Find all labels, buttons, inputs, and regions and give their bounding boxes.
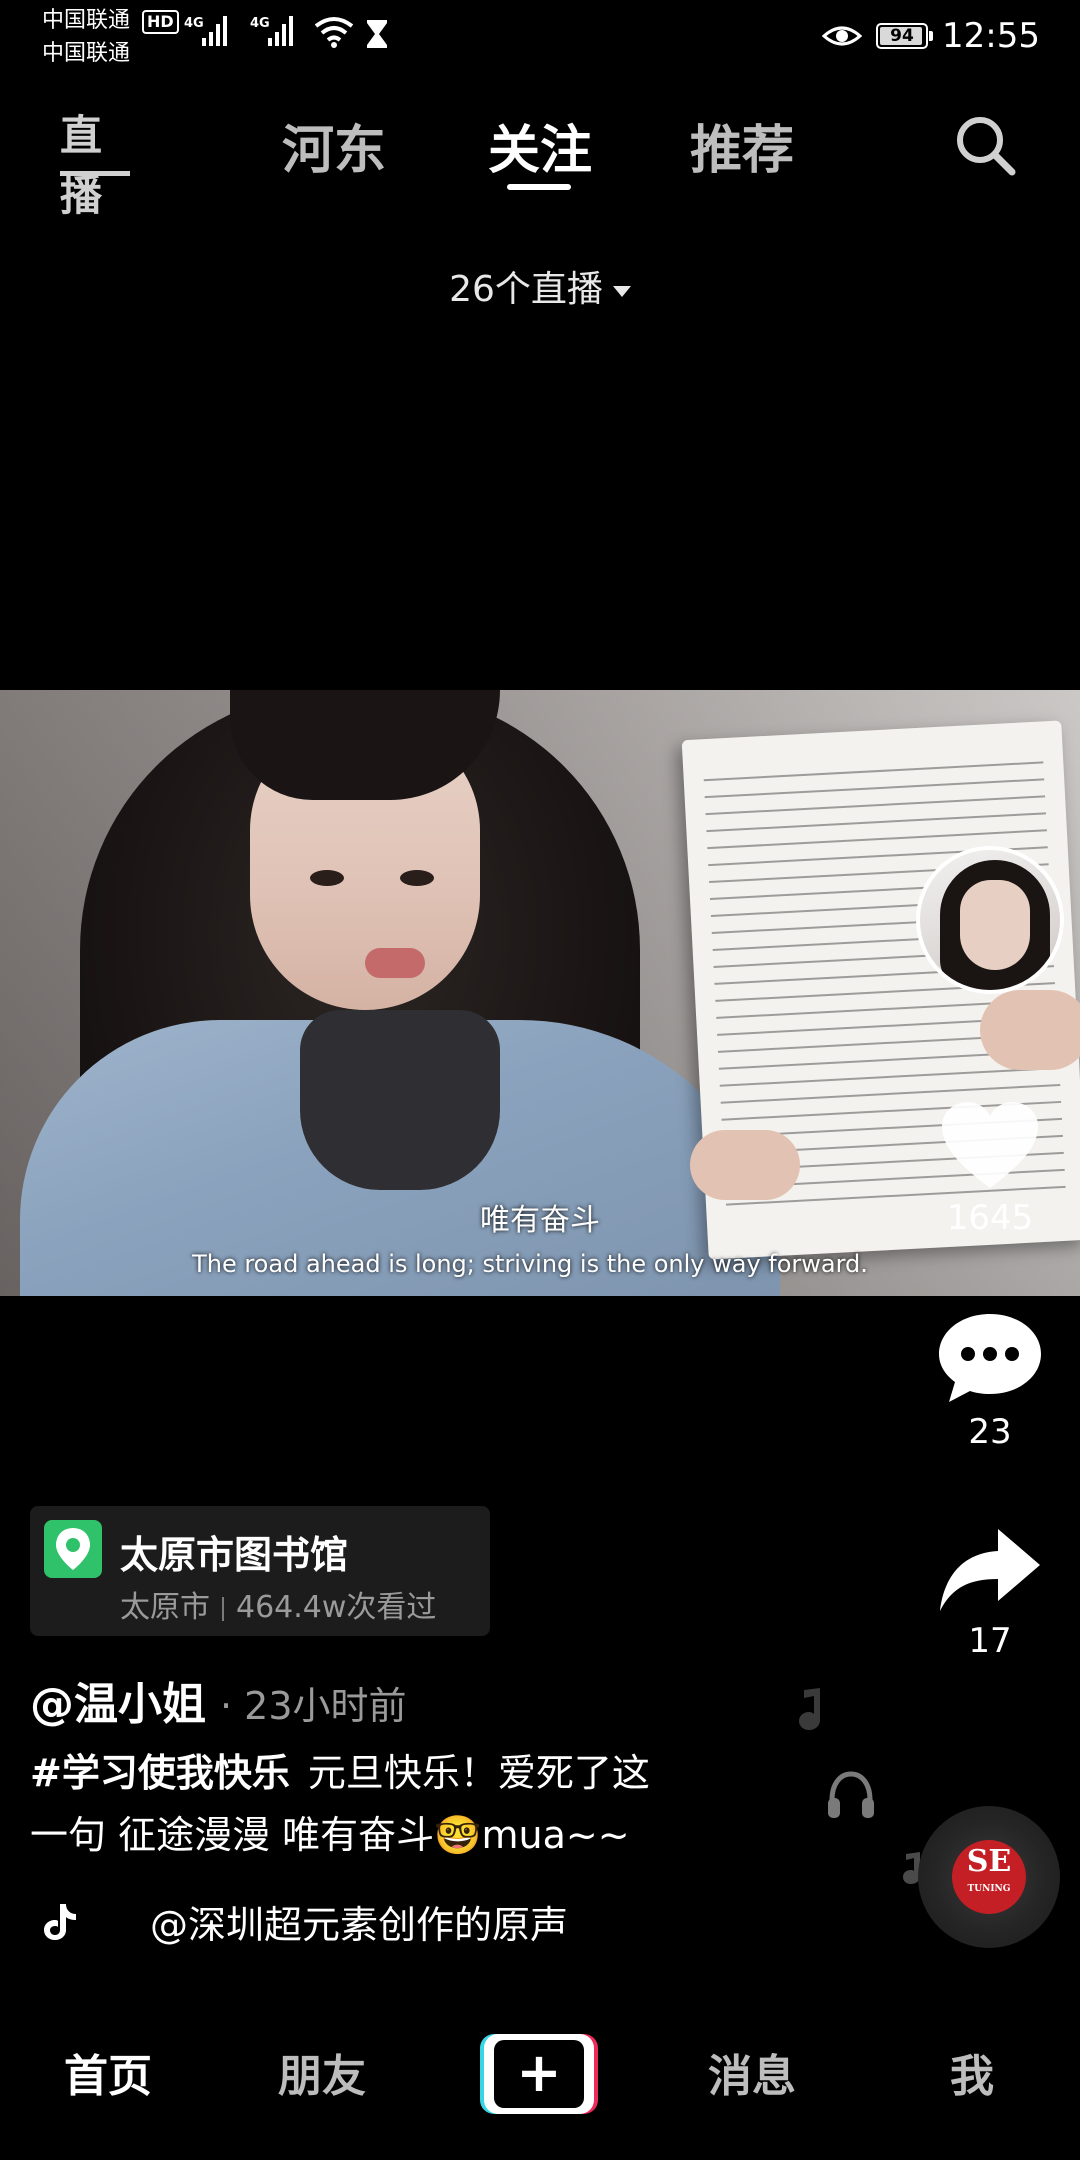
disc-logo: SE TUNING [952, 1840, 1026, 1914]
clock: 12:55 [942, 16, 1040, 56]
disc-logo-subtext: TUNING [967, 1884, 1011, 1894]
status-right: 94 12:55 [822, 14, 1040, 58]
caret-down-icon [612, 285, 631, 297]
location-pin-badge [44, 1520, 102, 1578]
signal-bars-icon [268, 16, 293, 46]
nav-home[interactable]: 首页 [64, 2040, 152, 2104]
status-bar: 中国联通 中国联通 HD 4G 4G 94 12:55 [0, 0, 1080, 72]
subtitle-chinese: 唯有奋斗 [480, 1203, 600, 1238]
tab-following[interactable]: 关注 [488, 108, 592, 183]
location-card[interactable]: 太原市图书馆 太原市 464.4w次看过 [30, 1506, 490, 1636]
nav-me[interactable]: 我 [950, 2040, 994, 2104]
like-count: 1645 [946, 1198, 1034, 1238]
network-label-1: 4G [184, 16, 204, 31]
like-button[interactable]: 1645 [930, 1098, 1050, 1238]
search-button[interactable] [950, 110, 1020, 180]
tab-recommended[interactable]: 推荐 [690, 108, 794, 183]
eye-comfort-icon [822, 26, 863, 46]
location-name: 太原市图书馆 [120, 1533, 349, 1577]
wifi-icon [314, 17, 354, 48]
live-count-label: 26个直播 [449, 269, 603, 310]
heart-icon [942, 1102, 1038, 1188]
hashtag-link[interactable]: #学习使我快乐 [30, 1751, 290, 1795]
tiktok-note-icon [44, 1903, 76, 1940]
subtitle-english: The road ahead is long; striving is the … [192, 1250, 868, 1278]
video-subject-eye [400, 870, 434, 886]
music-disc[interactable]: SE TUNING [918, 1806, 1060, 1948]
video-subject-hand [690, 1130, 800, 1200]
battery-indicator: 94 [876, 23, 934, 49]
comment-button[interactable]: 23 [930, 1310, 1050, 1452]
bottom-nav: 首页 朋友 + 消息 我 [0, 2010, 1080, 2140]
create-button[interactable]: + [480, 2034, 598, 2114]
author-avatar[interactable] [916, 846, 1064, 994]
video-subject-collar [300, 1010, 500, 1190]
post-time: · 23小时前 [220, 1684, 407, 1728]
top-nav: 直播 河东 关注 推荐 [0, 96, 1080, 220]
author-line: @温小姐 · 23小时前 [30, 1668, 407, 1732]
location-meta: 太原市 464.4w次看过 [120, 1582, 436, 1626]
author-name[interactable]: @温小姐 [30, 1679, 206, 1730]
video-subject-hand [980, 990, 1080, 1070]
music-info[interactable]: @深圳超元素创作的原声 [30, 1894, 568, 1949]
video-subject-mouth [365, 948, 425, 978]
carrier-label-1: 中国联通 [42, 8, 131, 33]
post-caption: #学习使我快乐 元旦快乐！爱死了这 一句 征途漫漫 唯有奋斗🤓mua~~ [30, 1742, 790, 1866]
video-player[interactable]: 唯有奋斗 The road ahead is long; striving is… [0, 690, 1080, 1296]
divider [222, 1596, 224, 1621]
signal-bars-icon [202, 16, 227, 46]
caption-line-2: 一句 征途漫漫 唯有奋斗🤓mua~~ [30, 1813, 630, 1857]
hd-badge: HD [142, 10, 179, 34]
nav-messages[interactable]: 消息 [708, 2040, 796, 2104]
carrier-label-2: 中国联通 [42, 41, 131, 66]
tab-hedong[interactable]: 河东 [282, 108, 386, 183]
comment-icon [939, 1314, 1041, 1402]
search-icon [957, 117, 1016, 176]
caption-line-1: 元旦快乐！爱死了这 [307, 1751, 650, 1795]
headphones-icon [828, 1771, 874, 1818]
share-count: 17 [968, 1621, 1012, 1661]
avatar-face [960, 880, 1030, 970]
plus-icon: + [516, 2041, 562, 2104]
active-tab-indicator [507, 184, 571, 190]
location-pin-icon [56, 1528, 90, 1570]
music-note-icon [799, 1688, 820, 1730]
music-title: @深圳超元素创作的原声 [150, 1903, 569, 1947]
create-button-frame: + [484, 2034, 594, 2114]
live-button[interactable]: 直播 [60, 106, 130, 220]
live-count-selector[interactable]: 26个直播 [0, 260, 1080, 312]
share-button[interactable]: 17 [930, 1525, 1050, 1661]
disc-logo-text: SE [966, 1844, 1012, 1879]
video-subject-eye [310, 870, 344, 886]
location-views: 464.4w次看过 [236, 1590, 437, 1625]
battery-percent: 94 [890, 26, 914, 46]
location-city: 太原市 [120, 1590, 210, 1625]
live-label: 直播 [60, 111, 102, 220]
nav-friends[interactable]: 朋友 [278, 2040, 366, 2104]
network-label-2: 4G [250, 16, 270, 31]
share-icon [940, 1529, 1040, 1611]
comment-count: 23 [968, 1412, 1012, 1452]
hourglass-icon [367, 20, 387, 48]
